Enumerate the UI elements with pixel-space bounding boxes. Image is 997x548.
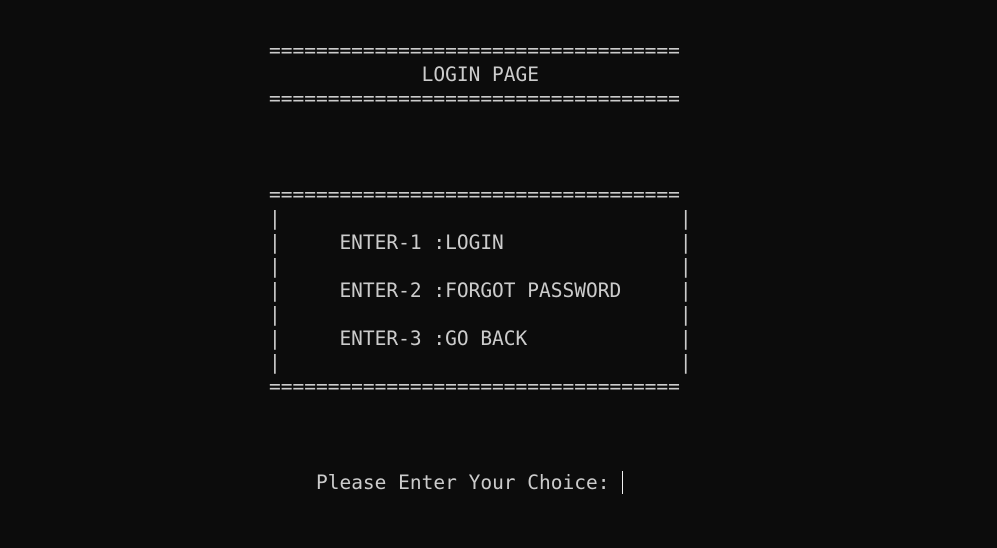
menu-blank-line: | | bbox=[269, 255, 692, 278]
text-cursor bbox=[622, 471, 624, 494]
menu-rule-bottom: =================================== bbox=[269, 375, 680, 398]
menu-blank-line: | | bbox=[269, 207, 692, 230]
terminal-window: =================================== LOGI… bbox=[0, 0, 997, 548]
page-title: LOGIN PAGE bbox=[269, 63, 540, 86]
header-rule-bottom: =================================== bbox=[269, 87, 680, 110]
menu-blank-line: | | bbox=[269, 351, 692, 374]
menu-option-login: | ENTER-1 :LOGIN | bbox=[269, 231, 692, 254]
menu-rule-top: =================================== bbox=[269, 183, 680, 206]
choice-prompt-label: Please Enter Your Choice: bbox=[315, 471, 622, 494]
header-rule-top: =================================== bbox=[269, 39, 680, 62]
menu-blank-line: | | bbox=[269, 303, 692, 326]
menu-option-forgot-password: | ENTER-2 :FORGOT PASSWORD | bbox=[269, 279, 692, 302]
choice-prompt-line[interactable]: Please Enter Your Choice: bbox=[269, 447, 624, 494]
menu-option-go-back: | ENTER-3 :GO BACK | bbox=[269, 327, 692, 350]
